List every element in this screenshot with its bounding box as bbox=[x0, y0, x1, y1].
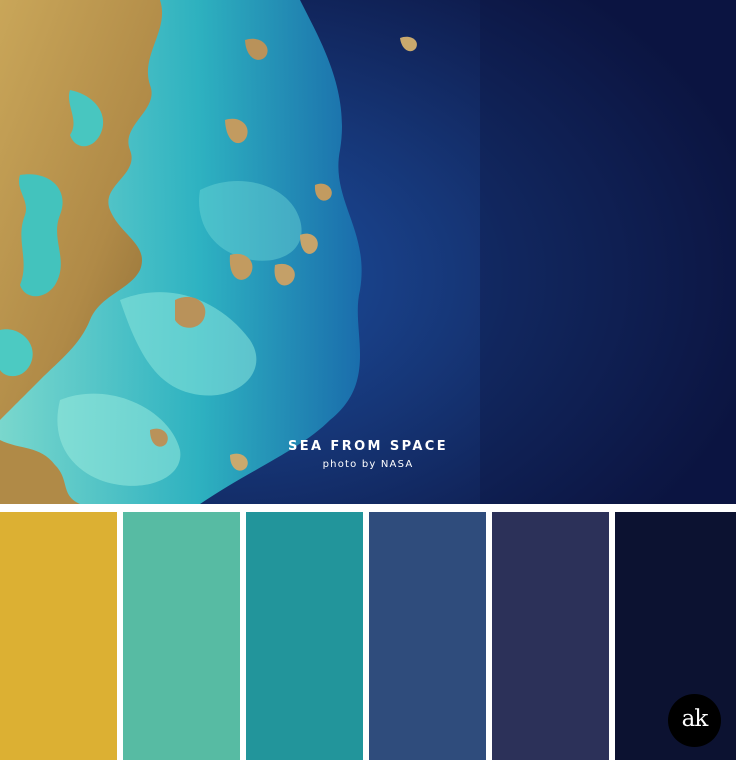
inlet bbox=[18, 174, 63, 297]
photo-title: SEA FROM SPACE bbox=[287, 439, 448, 454]
photo-credit: photo by NASA bbox=[322, 459, 414, 470]
deep-ocean-shade bbox=[480, 0, 736, 504]
color-palette bbox=[0, 512, 736, 760]
swatch-seafoam bbox=[123, 512, 240, 760]
swatch-indigo bbox=[492, 512, 609, 760]
ocean-coast-illustration bbox=[0, 0, 736, 504]
satellite-photo: SEA FROM SPACE photo by NASA bbox=[0, 0, 736, 504]
ak-logo: ak bbox=[668, 694, 721, 747]
swatch-teal bbox=[246, 512, 363, 760]
swatch-mustard bbox=[0, 512, 117, 760]
swatch-denim-blue bbox=[369, 512, 486, 760]
